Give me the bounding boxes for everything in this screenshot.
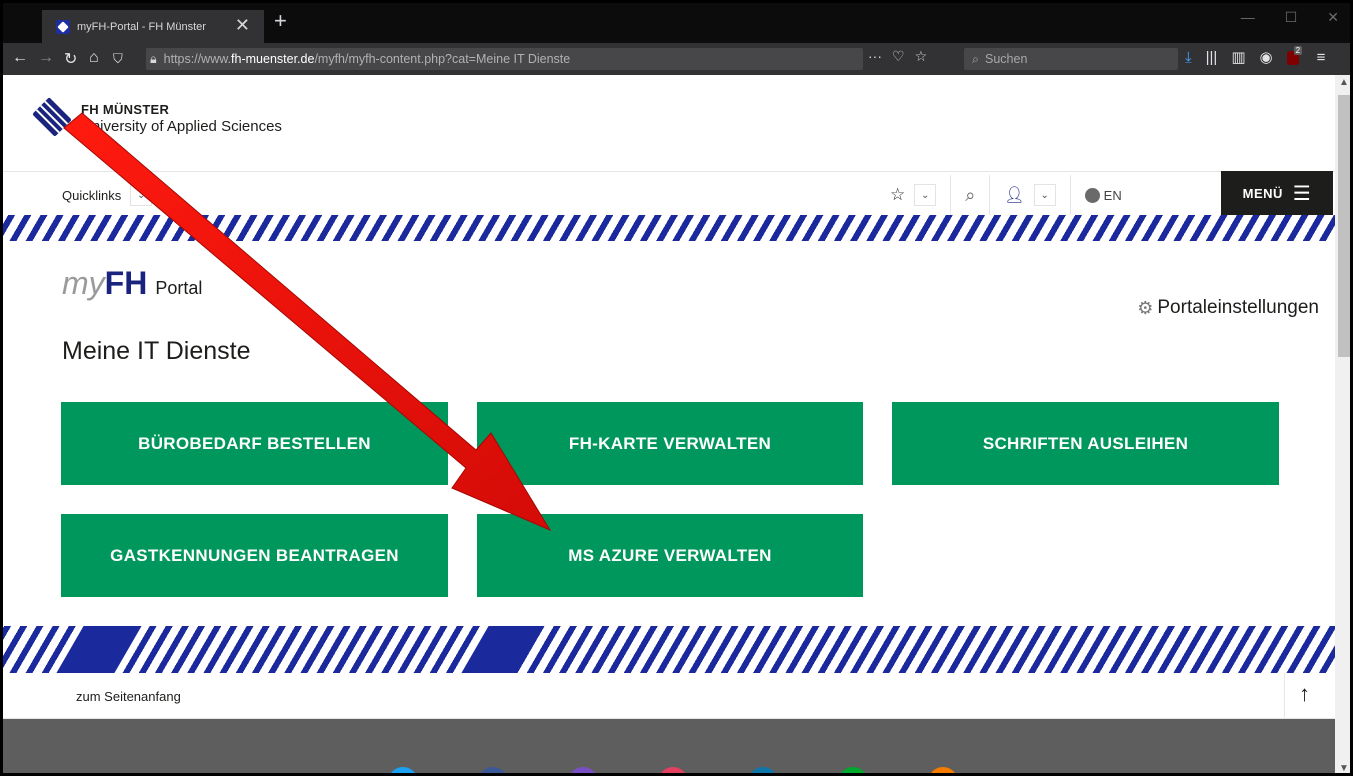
language-label: EN bbox=[1103, 187, 1122, 203]
chevron-down-icon[interactable]: ⌄ bbox=[914, 184, 937, 206]
browser-tab[interactable]: myFH-Portal - FH Münster ✕ bbox=[42, 10, 264, 43]
globe-icon bbox=[1084, 187, 1100, 203]
social-icon[interactable] bbox=[928, 767, 958, 776]
search-placeholder: Suchen bbox=[985, 52, 1028, 66]
minimize-icon[interactable]: — bbox=[1241, 9, 1255, 26]
stripe-divider-bottom bbox=[0, 626, 1335, 673]
arrow-up-icon[interactable]: ↑ bbox=[1299, 681, 1310, 707]
lock-icon: 🔒︎ bbox=[150, 51, 157, 66]
user-icon[interactable]: 👤︎ bbox=[1004, 185, 1024, 205]
download-icon[interactable]: ⤓ bbox=[1185, 49, 1192, 66]
url-host: fh-muenster.de bbox=[231, 52, 315, 66]
site-search-icon[interactable]: ⌕ bbox=[965, 185, 975, 206]
url-prefix: https://www. bbox=[163, 52, 232, 66]
menu-label: MENÜ bbox=[1242, 185, 1283, 201]
social-icon[interactable] bbox=[748, 767, 778, 776]
browser-nav-bar: ← → ↻ ⌂ ⛉ 🔒︎ https://www. fh-muenster.de /… bbox=[0, 43, 1353, 75]
brand-my: my bbox=[62, 265, 105, 301]
language-switch[interactable]: EN bbox=[1084, 187, 1122, 203]
favicon-icon bbox=[56, 19, 70, 34]
library-icon[interactable]: ||| bbox=[1206, 49, 1218, 66]
search-icon: ⌕ bbox=[972, 51, 980, 66]
home-icon[interactable]: ⌂ bbox=[89, 49, 99, 67]
social-icon[interactable] bbox=[658, 767, 688, 776]
reload-icon[interactable]: ↻ bbox=[64, 49, 77, 69]
quicklinks-label: Quicklinks bbox=[62, 187, 122, 203]
scroll-up-icon[interactable]: ▲ bbox=[1339, 77, 1349, 88]
myfh-logo: my FH Portal bbox=[62, 265, 202, 302]
org-name-line2: University of Applied Sciences bbox=[81, 118, 282, 135]
header-tools: ☆ ⌄ ⌕ 👤︎ ⌄ EN bbox=[890, 175, 1122, 215]
portal-settings-label: Portaleinstellungen bbox=[1157, 297, 1319, 318]
portal-settings-link[interactable]: ⚙ Portaleinstellungen bbox=[1137, 297, 1319, 319]
favorites-star-icon[interactable]: ☆ bbox=[890, 185, 905, 205]
bookmark-star-icon[interactable]: ☆ bbox=[915, 48, 928, 65]
gear-icon: ⚙ bbox=[1137, 297, 1154, 318]
maximize-icon[interactable]: ☐ bbox=[1285, 9, 1298, 26]
window-controls: — ☐ ✕ bbox=[1241, 9, 1339, 26]
brand-fh: FH bbox=[104, 265, 148, 301]
hamburger-icon[interactable]: ≡ bbox=[1317, 49, 1326, 66]
page-title: Meine IT Dienste bbox=[62, 337, 251, 365]
fh-logo[interactable] bbox=[32, 97, 72, 137]
stripe-band bbox=[56, 626, 142, 673]
social-icon[interactable] bbox=[838, 767, 868, 776]
stripe-divider bbox=[0, 215, 1335, 241]
org-name-line1: FH MÜNSTER bbox=[81, 102, 170, 117]
toolbar-icons: ⤓ ||| ▥ ◉ 2 ≡ bbox=[1185, 46, 1326, 66]
menu-button[interactable]: MENÜ ☰ bbox=[1221, 171, 1333, 215]
pocket-icon[interactable]: ♡ bbox=[892, 48, 905, 65]
stripe-band bbox=[461, 626, 541, 673]
window-close-icon[interactable]: ✕ bbox=[1327, 9, 1339, 26]
tile-gastkennungen-beantragen[interactable]: GASTKENNUNGEN BEANTRAGEN bbox=[61, 514, 448, 597]
back-icon[interactable]: ← bbox=[12, 49, 28, 67]
header-divider bbox=[0, 171, 1335, 172]
tab-title: myFH-Portal - FH Münster bbox=[77, 20, 206, 33]
social-icon[interactable] bbox=[568, 767, 598, 776]
new-tab-button[interactable]: + bbox=[274, 8, 287, 34]
menu-icon: ☰ bbox=[1292, 182, 1312, 205]
back-to-top-bar: zum Seitenanfang ↑ bbox=[0, 673, 1335, 719]
tile-fh-karte-verwalten[interactable]: FH-KARTE VERWALTEN bbox=[477, 402, 863, 485]
divider bbox=[1284, 673, 1285, 719]
search-input[interactable]: ⌕ Suchen bbox=[964, 48, 1178, 70]
divider bbox=[1069, 175, 1071, 215]
chevron-down-icon[interactable]: ⌄ bbox=[130, 184, 153, 206]
page-footer bbox=[0, 719, 1335, 776]
more-icon[interactable]: ··· bbox=[868, 48, 882, 65]
chevron-down-icon[interactable]: ⌄ bbox=[1033, 184, 1056, 206]
url-path: /myfh/myfh-content.php?cat=Meine IT Dien… bbox=[314, 52, 571, 66]
scrollbar-thumb[interactable] bbox=[1338, 95, 1350, 357]
account-icon[interactable]: ◉ bbox=[1260, 48, 1273, 66]
tile-schriften-ausleihen[interactable]: SCHRIFTEN AUSLEIHEN bbox=[892, 402, 1279, 485]
org-name: FH MÜNSTER University of Applied Science… bbox=[81, 102, 282, 135]
ublock-badge-count: 2 bbox=[1293, 46, 1303, 55]
page-viewport: FH MÜNSTER University of Applied Science… bbox=[0, 75, 1335, 776]
url-actions: ··· ♡ ☆ bbox=[868, 48, 927, 65]
back-to-top-link[interactable]: zum Seitenanfang bbox=[76, 689, 181, 704]
tile-buerobedarf-bestellen[interactable]: BÜROBEDARF BESTELLEN bbox=[61, 402, 448, 485]
tab-close-icon[interactable]: ✕ bbox=[235, 15, 250, 36]
quicklinks-dropdown[interactable]: Quicklinks ⌄ bbox=[62, 184, 153, 206]
tile-ms-azure-verwalten[interactable]: MS AZURE VERWALTEN bbox=[477, 514, 863, 597]
social-icon[interactable] bbox=[388, 767, 418, 776]
scroll-down-icon[interactable]: ▼ bbox=[1339, 763, 1349, 774]
divider bbox=[950, 175, 952, 215]
scrollbar[interactable]: ▲ ▼ bbox=[1335, 75, 1353, 776]
ublock-icon[interactable]: 2 bbox=[1286, 46, 1303, 65]
divider bbox=[989, 175, 991, 215]
browser-tab-strip: myFH-Portal - FH Münster ✕ + — ☐ ✕ bbox=[0, 0, 1353, 43]
url-bar[interactable]: 🔒︎ https://www. fh-muenster.de/myfh/myfh-… bbox=[146, 48, 863, 70]
social-icon[interactable] bbox=[478, 767, 508, 776]
shield-icon[interactable]: ⛉ bbox=[113, 51, 123, 67]
forward-icon[interactable]: → bbox=[38, 49, 54, 67]
brand-portal: Portal bbox=[155, 278, 203, 298]
sidebar-icon[interactable]: ▥ bbox=[1231, 48, 1245, 66]
